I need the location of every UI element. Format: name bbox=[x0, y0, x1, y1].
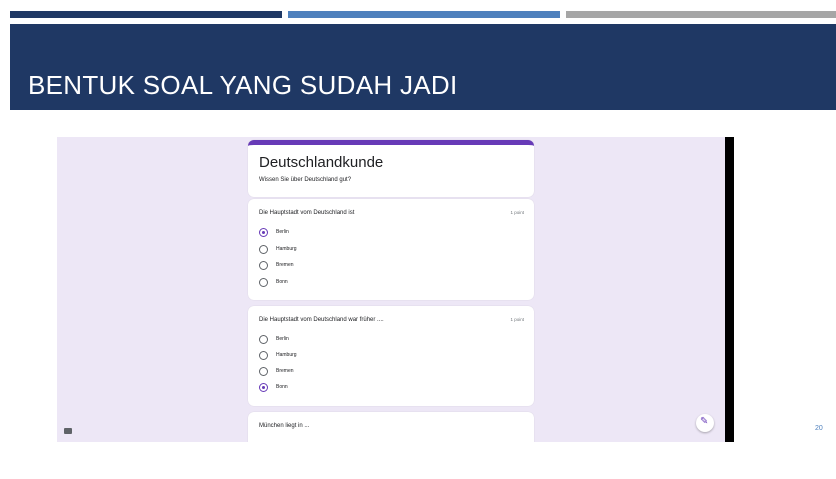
radio-unchecked-icon[interactable] bbox=[259, 261, 268, 270]
slide-page-number: 20 bbox=[815, 425, 823, 432]
radio-unchecked-icon[interactable] bbox=[259, 278, 268, 287]
screenshot-edge bbox=[725, 137, 734, 442]
question-card-1: Die Hauptstadt vom Deutschland ist 1 poi… bbox=[248, 199, 534, 300]
option-label: Hamburg bbox=[276, 246, 297, 252]
radio-checked-icon[interactable] bbox=[259, 228, 268, 237]
radio-unchecked-icon[interactable] bbox=[259, 245, 268, 254]
question-points: 1 point bbox=[510, 317, 524, 322]
option-label: Berlin bbox=[276, 336, 289, 342]
option-label: Bremen bbox=[276, 262, 294, 268]
question-text: Die Hauptstadt vom Deutschland ist bbox=[259, 210, 355, 216]
slide-header: BENTUK SOAL YANG SUDAH JADI bbox=[10, 24, 836, 110]
radio-unchecked-icon[interactable] bbox=[259, 335, 268, 344]
decor-bar-gray bbox=[566, 11, 836, 18]
decor-bar-blue bbox=[288, 11, 560, 18]
question-text: München liegt in ... bbox=[259, 423, 310, 429]
question-text: Die Hauptstadt vom Deutschland war frühe… bbox=[259, 317, 384, 323]
decor-bar-navy bbox=[10, 11, 282, 18]
form-screenshot: Deutschlandkunde Wissen Sie über Deutsch… bbox=[57, 137, 734, 442]
edit-button[interactable]: ✎ bbox=[696, 414, 714, 432]
form-description: Wissen Sie über Deutschland gut? bbox=[259, 177, 352, 183]
form-title-card: Deutschlandkunde Wissen Sie über Deutsch… bbox=[248, 140, 534, 197]
question-card-3: München liegt in ... bbox=[248, 412, 534, 442]
radio-unchecked-icon[interactable] bbox=[259, 351, 268, 360]
option-label: Berlin bbox=[276, 229, 289, 235]
option-label: Bremen bbox=[276, 368, 294, 374]
pencil-icon: ✎ bbox=[700, 416, 709, 427]
question-card-2: Die Hauptstadt vom Deutschland war frühe… bbox=[248, 306, 534, 406]
radio-checked-icon[interactable] bbox=[259, 383, 268, 392]
form-title: Deutschlandkunde bbox=[259, 154, 384, 171]
radio-unchecked-icon[interactable] bbox=[259, 367, 268, 376]
option-label: Hamburg bbox=[276, 352, 297, 358]
feedback-icon[interactable] bbox=[64, 428, 72, 434]
slide-title: BENTUK SOAL YANG SUDAH JADI bbox=[28, 70, 458, 100]
question-points: 1 point bbox=[510, 210, 524, 215]
option-label: Bonn bbox=[276, 279, 288, 285]
option-label: Bonn bbox=[276, 384, 288, 390]
